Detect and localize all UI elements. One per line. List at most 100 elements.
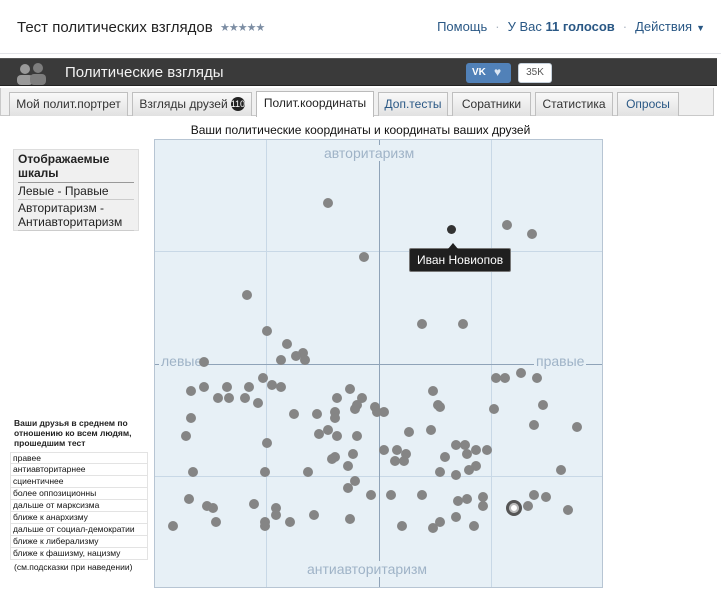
friend-point[interactable] xyxy=(477,500,488,511)
friend-point[interactable] xyxy=(345,514,356,525)
friend-point[interactable] xyxy=(185,386,196,397)
friend-point[interactable] xyxy=(417,489,428,500)
tab-friends-views[interactable]: Взгляды друзей 110 xyxy=(132,92,252,116)
friend-point[interactable] xyxy=(515,368,526,379)
friend-point[interactable] xyxy=(185,413,196,424)
friend-point[interactable] xyxy=(502,220,513,231)
friend-point[interactable] xyxy=(331,431,342,442)
friend-point[interactable] xyxy=(385,489,396,500)
friend-point[interactable] xyxy=(322,197,333,208)
vk-like-button[interactable]: VK ♥ xyxy=(466,63,511,83)
friend-point[interactable] xyxy=(253,397,264,408)
friend-point[interactable] xyxy=(462,449,473,460)
friend-point[interactable] xyxy=(522,500,533,511)
list-item[interactable]: ближе к анархизму xyxy=(10,512,148,524)
friend-point[interactable] xyxy=(311,408,322,419)
friend-point[interactable] xyxy=(378,406,389,417)
friend-point[interactable] xyxy=(572,422,583,433)
my-position-marker[interactable] xyxy=(506,500,523,517)
friend-point[interactable] xyxy=(309,509,320,520)
friend-point[interactable] xyxy=(556,465,567,475)
tab-extra-tests[interactable]: Доп.тесты xyxy=(378,92,448,116)
friend-point[interactable] xyxy=(262,325,273,336)
friend-point[interactable] xyxy=(327,453,338,464)
actions-menu[interactable]: Действия ▼ xyxy=(635,19,705,34)
list-item[interactable]: ближе к фашизму, нацизму xyxy=(10,548,148,560)
list-item[interactable]: более оппозиционны xyxy=(10,488,148,500)
list-item[interactable]: дальше от социал-демократии xyxy=(10,524,148,536)
friend-point[interactable] xyxy=(439,451,450,462)
friend-point[interactable] xyxy=(378,444,389,455)
scale-authoritarian[interactable]: Авторитаризм - Антиавторитаризм xyxy=(18,200,134,231)
friend-point[interactable] xyxy=(538,399,549,410)
friend-point[interactable] xyxy=(257,372,268,383)
list-item[interactable]: сциентичнее xyxy=(10,476,148,488)
list-item[interactable]: антиавторитарнее xyxy=(10,464,148,476)
friend-point[interactable] xyxy=(529,489,540,500)
friend-point[interactable] xyxy=(365,489,376,500)
list-item[interactable]: правее xyxy=(10,452,148,464)
friend-point[interactable] xyxy=(500,372,511,383)
friend-point[interactable] xyxy=(284,516,295,527)
tab-coordinates[interactable]: Полит.координаты xyxy=(256,91,374,117)
friend-point[interactable] xyxy=(313,429,324,440)
friend-point[interactable] xyxy=(262,438,273,449)
friend-point[interactable] xyxy=(435,402,446,413)
friend-point[interactable] xyxy=(271,509,282,520)
tab-statistics[interactable]: Статистика xyxy=(535,92,613,116)
list-item[interactable]: ближе к либерализму xyxy=(10,536,148,548)
friend-point[interactable] xyxy=(468,521,479,532)
friend-point[interactable] xyxy=(347,449,358,460)
friend-point[interactable] xyxy=(417,319,428,330)
list-item[interactable]: дальше от марксизма xyxy=(10,500,148,512)
friend-point[interactable] xyxy=(491,372,502,383)
friend-point[interactable] xyxy=(462,494,473,505)
friend-point[interactable] xyxy=(302,467,313,478)
friend-point[interactable] xyxy=(260,521,270,532)
friend-point[interactable] xyxy=(289,408,300,419)
friend-point[interactable] xyxy=(248,498,259,509)
friend-point[interactable] xyxy=(349,404,360,415)
friend-point[interactable] xyxy=(239,393,250,404)
friend-point[interactable] xyxy=(457,319,468,330)
tab-allies[interactable]: Соратники xyxy=(452,92,531,116)
friend-point[interactable] xyxy=(167,521,178,532)
friend-point[interactable] xyxy=(212,393,223,404)
friend-point[interactable] xyxy=(428,523,439,534)
friend-point[interactable] xyxy=(343,460,354,471)
friend-point[interactable] xyxy=(181,431,192,442)
friend-point[interactable] xyxy=(199,357,210,368)
friend-point[interactable] xyxy=(399,456,410,467)
friend-point[interactable] xyxy=(450,512,461,523)
friend-point[interactable] xyxy=(358,251,369,262)
help-link[interactable]: Помощь xyxy=(437,19,487,34)
votes-link[interactable]: У Вас 11 голосов xyxy=(508,19,615,34)
friend-point[interactable] xyxy=(329,413,340,424)
friend-point[interactable] xyxy=(275,355,286,365)
friend-point[interactable] xyxy=(345,384,356,395)
friend-point[interactable] xyxy=(527,229,538,240)
friend-point[interactable] xyxy=(331,393,342,404)
friend-point[interactable] xyxy=(224,393,235,404)
friend-point[interactable] xyxy=(540,491,551,502)
friend-point[interactable] xyxy=(482,444,493,455)
friend-point[interactable] xyxy=(426,424,437,435)
friend-point[interactable] xyxy=(403,426,414,437)
friend-point[interactable] xyxy=(450,469,461,480)
friend-point[interactable] xyxy=(210,516,221,527)
friend-point[interactable] xyxy=(529,420,540,431)
friend-point[interactable] xyxy=(275,381,286,392)
tab-polls[interactable]: Опросы xyxy=(617,92,679,116)
tab-my-portrait[interactable]: Мой полит.портрет xyxy=(9,92,128,116)
friend-point[interactable] xyxy=(244,381,255,392)
friend-point[interactable] xyxy=(242,289,253,300)
friend-point[interactable] xyxy=(396,521,407,532)
friend-point[interactable] xyxy=(221,381,232,392)
friend-point[interactable] xyxy=(428,386,439,397)
friend-point[interactable] xyxy=(208,503,219,514)
friend-point[interactable] xyxy=(343,482,354,493)
friend-point[interactable] xyxy=(322,424,333,435)
friend-point[interactable] xyxy=(488,404,499,415)
friend-point[interactable] xyxy=(531,372,542,383)
highlighted-friend-point[interactable] xyxy=(446,225,456,235)
